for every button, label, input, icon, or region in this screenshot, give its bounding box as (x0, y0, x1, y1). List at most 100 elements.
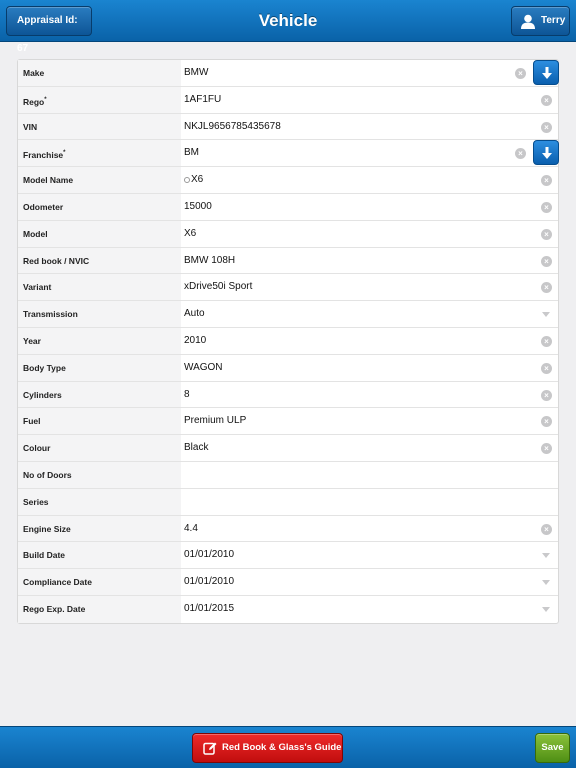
field-value: Premium ULP (184, 415, 247, 427)
chevron-down-icon[interactable] (542, 580, 550, 586)
field-label-text: Make (23, 68, 45, 78)
clear-icon[interactable]: × (541, 389, 552, 401)
field-value: X6 (184, 227, 197, 239)
lookup-down-button[interactable] (533, 140, 559, 166)
field-value: xDrive50i Sport (184, 281, 253, 293)
clear-icon[interactable]: × (541, 282, 552, 294)
field-row-rego: Rego* 1AF1FU × (18, 86, 558, 114)
field-label-text: Model Name (23, 175, 74, 186)
clear-icon[interactable]: × (515, 148, 526, 160)
field-input-red-book-nvic[interactable]: BMW 108H (184, 248, 235, 274)
field-label-text: VIN (23, 121, 38, 132)
field-input-fuel[interactable]: Premium ULP (184, 408, 246, 434)
field-row-colour: Colour Black × (18, 435, 558, 462)
field-label: Franchise* (18, 140, 181, 167)
field-input-transmission[interactable]: Auto (184, 301, 205, 327)
field-label: Transmission (18, 301, 181, 327)
field-label: Model (18, 220, 181, 247)
field-label-text: Fuel (23, 416, 41, 427)
clear-icon[interactable]: × (515, 68, 526, 79)
redbook-glass-guide-button[interactable]: Red Book & Glass's Guide (192, 733, 343, 763)
field-label-text: No of Doors (23, 469, 72, 480)
field-label-text: Build Date (23, 550, 66, 561)
field-row-year: Year 2010 × (18, 327, 558, 355)
lookup-down-button[interactable] (533, 60, 559, 85)
user-button-label: Terry (541, 15, 566, 26)
page-title: Vehicle (258, 11, 318, 30)
user-icon (521, 14, 535, 29)
field-input-engine-size[interactable]: 4.4 (184, 516, 198, 542)
field-input-cylinders[interactable]: 8 (184, 382, 190, 408)
field-row-make: Make BMW × (18, 60, 559, 87)
field-value: WAGON (184, 361, 223, 373)
field-label: Fuel (18, 408, 181, 435)
field-input-build-date[interactable]: 01/01/2010 (184, 542, 234, 568)
field-value: Black (184, 442, 209, 454)
field-value: X6 (191, 174, 204, 186)
field-input-compliance-date[interactable]: 01/01/2010 (184, 569, 234, 595)
field-label-text: Red book / NVIC (23, 255, 90, 266)
field-value: 15000 (184, 200, 212, 212)
field-value: 01/01/2010 (184, 549, 235, 561)
field-input-vin[interactable]: NKJL9656785435678 (184, 114, 281, 140)
field-label: VIN (18, 113, 181, 140)
clear-icon[interactable]: × (541, 416, 552, 428)
field-input-rego-exp-date[interactable]: 01/01/2015 (184, 596, 234, 623)
field-input-rego[interactable]: 1AF1FU (184, 87, 221, 113)
field-input-franchise[interactable]: BM (184, 140, 199, 166)
field-value: 01/01/2010 (184, 576, 235, 588)
field-row-model: Model X6 × (18, 220, 558, 248)
field-row-franchise: Franchise* BM × (18, 140, 559, 168)
clear-icon[interactable]: × (541, 255, 552, 267)
field-input-body-type[interactable]: WAGON (184, 355, 223, 381)
field-row-series: Series (18, 488, 558, 516)
field-row-transmission: Transmission Auto (18, 301, 558, 328)
field-label: Model Name (18, 167, 181, 193)
clear-icon[interactable]: × (541, 362, 552, 374)
field-input-model[interactable]: X6 (184, 221, 196, 247)
field-value: NKJL9656785435678 (184, 120, 281, 132)
field-label-text: Body Type (23, 362, 66, 373)
field-input-variant[interactable]: xDrive50i Sport (184, 274, 252, 300)
field-value: BMW 108H (184, 254, 236, 266)
clear-icon[interactable]: × (541, 335, 552, 347)
field-label: Series (18, 488, 181, 515)
clear-icon[interactable]: × (541, 228, 552, 240)
field-row-rego-exp-date: Rego Exp. Date 01/01/2015 (18, 595, 558, 623)
field-input-make[interactable]: BMW (184, 60, 208, 86)
field-row-model-name: Model Name X6 × (18, 167, 558, 194)
toolbar: Red Book & Glass's Guide Save (0, 726, 576, 768)
save-button[interactable]: Save (535, 733, 570, 763)
required-marker: * (44, 96, 47, 103)
clear-icon[interactable]: × (541, 121, 552, 133)
field-row-cylinders: Cylinders 8 × (18, 381, 558, 409)
vehicle-form: Make BMW × Rego* 1AF1FU × VIN NKJL9656785435678… (17, 59, 559, 624)
clear-icon[interactable]: × (541, 201, 552, 213)
field-label: No of Doors (18, 461, 181, 488)
field-row-odometer: Odometer 15000 × (18, 193, 558, 221)
field-label-text: Year (23, 335, 41, 346)
field-input-odometer[interactable]: 15000 (184, 194, 212, 220)
chevron-down-icon[interactable] (542, 312, 550, 318)
field-label-text: Rego (23, 96, 45, 107)
redbook-button-label: Red Book & Glass's Guide (222, 742, 342, 753)
clear-icon[interactable]: × (541, 523, 552, 535)
field-value: Auto (184, 308, 205, 320)
clear-icon[interactable]: × (541, 94, 552, 106)
field-label: Rego* (18, 86, 181, 113)
field-label: Red book / NVIC (18, 247, 181, 274)
field-label-text: Colour (23, 443, 51, 454)
field-label: Build Date (18, 542, 181, 569)
field-input-year[interactable]: 2010 (184, 328, 206, 354)
field-input-model-name[interactable]: X6 (184, 167, 203, 193)
clear-icon[interactable]: × (541, 443, 552, 455)
user-button[interactable]: Terry (511, 6, 570, 36)
chevron-down-icon[interactable] (542, 553, 550, 559)
field-label: Cylinders (18, 381, 181, 408)
field-row-compliance-date: Compliance Date 01/01/2010 (18, 569, 558, 596)
chevron-down-icon[interactable] (542, 606, 550, 612)
field-value: 01/01/2015 (184, 602, 235, 614)
clear-icon[interactable]: × (541, 175, 552, 187)
field-label: Odometer (18, 193, 181, 220)
field-input-colour[interactable]: Black (184, 435, 208, 461)
